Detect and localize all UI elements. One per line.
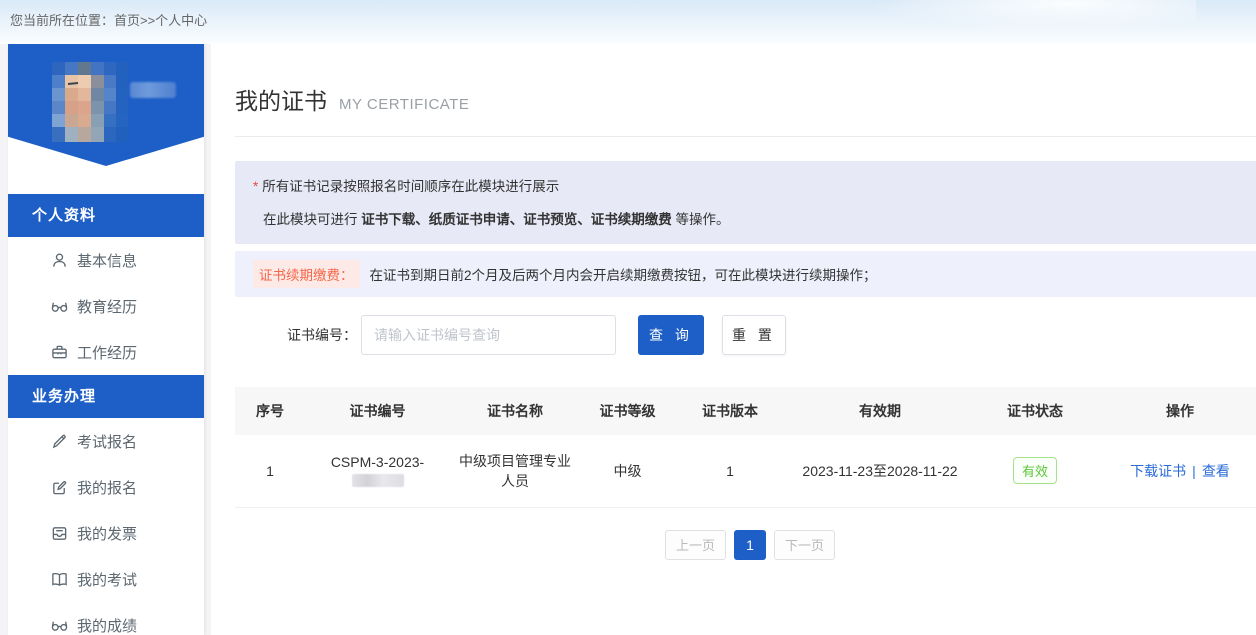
pencil-icon [50,432,68,450]
cell-cert-no: CSPM-3-2023- [305,435,450,507]
sidebar-section-business[interactable]: 业务办理 [8,375,204,418]
glasses-icon [50,616,68,634]
col-cert-version: 证书版本 [675,387,785,435]
table-header-row: 序号 证书编号 证书名称 证书等级 证书版本 有效期 证书状态 操作 [235,387,1256,435]
sidebar-item-label: 工作经历 [77,342,137,363]
page-title: 我的证书 [235,82,327,116]
sidebar-item-education[interactable]: 教育经历 [8,283,204,329]
view-certificate-link[interactable]: 查看 [1202,463,1230,479]
profile-banner [8,44,204,166]
col-cert-name: 证书名称 [450,387,580,435]
cell-cert-level: 中级 [580,435,675,507]
sidebar-item-label: 基本信息 [77,250,137,271]
cell-cert-version: 1 [675,435,785,507]
user-icon [50,251,68,269]
sidebar-item-label: 我的考试 [77,569,137,590]
sidebar-item-label: 我的报名 [77,477,137,498]
sidebar-item-basic-info[interactable]: 基本信息 [8,237,204,283]
sidebar-item-label: 我的成绩 [77,615,137,635]
col-status: 证书状态 [975,387,1095,435]
left-rail: 个人资料 基本信息 教育经历 工作 [0,44,211,635]
cert-no-input[interactable] [361,315,616,355]
page-subtitle: MY CERTIFICATE [339,96,469,113]
sidebar-item-work-history[interactable]: 工作经历 [8,329,204,375]
sidebar-item-my-exam[interactable]: 我的考试 [8,556,204,602]
renewal-text: 在证书到期日前2个月及后两个月内会开启续期缴费按钮，可在此模块进行续期操作； [370,264,877,284]
certificate-table: 序号 证书编号 证书名称 证书等级 证书版本 有效期 证书状态 操作 1 [235,387,1256,508]
cert-no-label: 证书编号： [287,325,357,345]
next-page-button[interactable]: 下一页 [774,530,835,560]
download-certificate-link[interactable]: 下载证书 [1130,463,1186,479]
user-name-masked [130,82,176,98]
col-cert-no: 证书编号 [305,387,450,435]
action-separator: | [1192,463,1196,479]
cell-validity: 2023-11-23至2028-11-22 [785,435,975,507]
col-cert-level: 证书等级 [580,387,675,435]
top-breadcrumb-bar: 您当前所在位置：首页>>个人中心 [0,0,1256,44]
page-title-row: 我的证书 MY CERTIFICATE [235,82,1256,137]
pagination: 上一页 1 下一页 [235,530,1256,560]
notice-box-renewal: 证书续期缴费： 在证书到期日前2个月及后两个月内会开启续期缴费按钮，可在此模块进… [235,251,1256,297]
glasses-icon [50,297,68,315]
main-content: 我的证书 MY CERTIFICATE *所有证书记录按照报名时间顺序在此模块进… [211,44,1256,635]
book-icon [50,570,68,588]
sidebar-item-exam-registration[interactable]: 考试报名 [8,418,204,464]
sidebar-section-personal-info[interactable]: 个人资料 [8,194,204,237]
required-asterisk: * [253,179,258,194]
reset-button[interactable]: 重 置 [722,315,786,355]
notice-box-primary: *所有证书记录按照报名时间顺序在此模块进行展示 在此模块可进行 证书下载、纸质证… [235,161,1256,244]
invoice-icon [50,524,68,542]
notice-line-1: *所有证书记录按照报名时间顺序在此模块进行展示 [253,175,1247,195]
sky-decoration [776,0,1196,40]
sidebar-item-my-registration[interactable]: 我的报名 [8,464,204,510]
sidebar: 个人资料 基本信息 教育经历 工作 [8,44,204,635]
briefcase-icon [50,343,68,361]
avatar [52,62,128,142]
current-page-button[interactable]: 1 [734,530,766,560]
cell-cert-name: 中级项目管理专业人员 [450,435,580,507]
col-actions: 操作 [1095,387,1256,435]
sidebar-item-label: 考试报名 [77,431,137,452]
sidebar-item-my-invoice[interactable]: 我的发票 [8,510,204,556]
search-row: 证书编号： 查 询 重 置 [235,315,1256,355]
col-index: 序号 [235,387,305,435]
col-validity: 有效期 [785,387,975,435]
sidebar-item-label: 我的发票 [77,523,137,544]
prev-page-button[interactable]: 上一页 [665,530,726,560]
status-badge: 有效 [1013,457,1057,484]
table-row: 1 CSPM-3-2023- 中级项目管理专业人员 中级 1 2023-11-2… [235,435,1256,507]
cert-no-masked [352,474,404,487]
query-button[interactable]: 查 询 [638,315,704,355]
sidebar-item-label: 教育经历 [77,296,137,317]
renewal-badge: 证书续期缴费： [253,260,360,288]
sidebar-menu: 个人资料 基本信息 教育经历 工作 [8,194,204,635]
notice-line-2: 在此模块可进行 证书下载、纸质证书申请、证书预览、证书续期缴费 等操作。 [253,208,1247,228]
cell-actions: 下载证书 | 查看 [1095,435,1256,507]
edit-note-icon [50,478,68,496]
cell-status: 有效 [975,435,1095,507]
sidebar-item-my-scores[interactable]: 我的成绩 [8,602,204,635]
cell-index: 1 [235,435,305,507]
